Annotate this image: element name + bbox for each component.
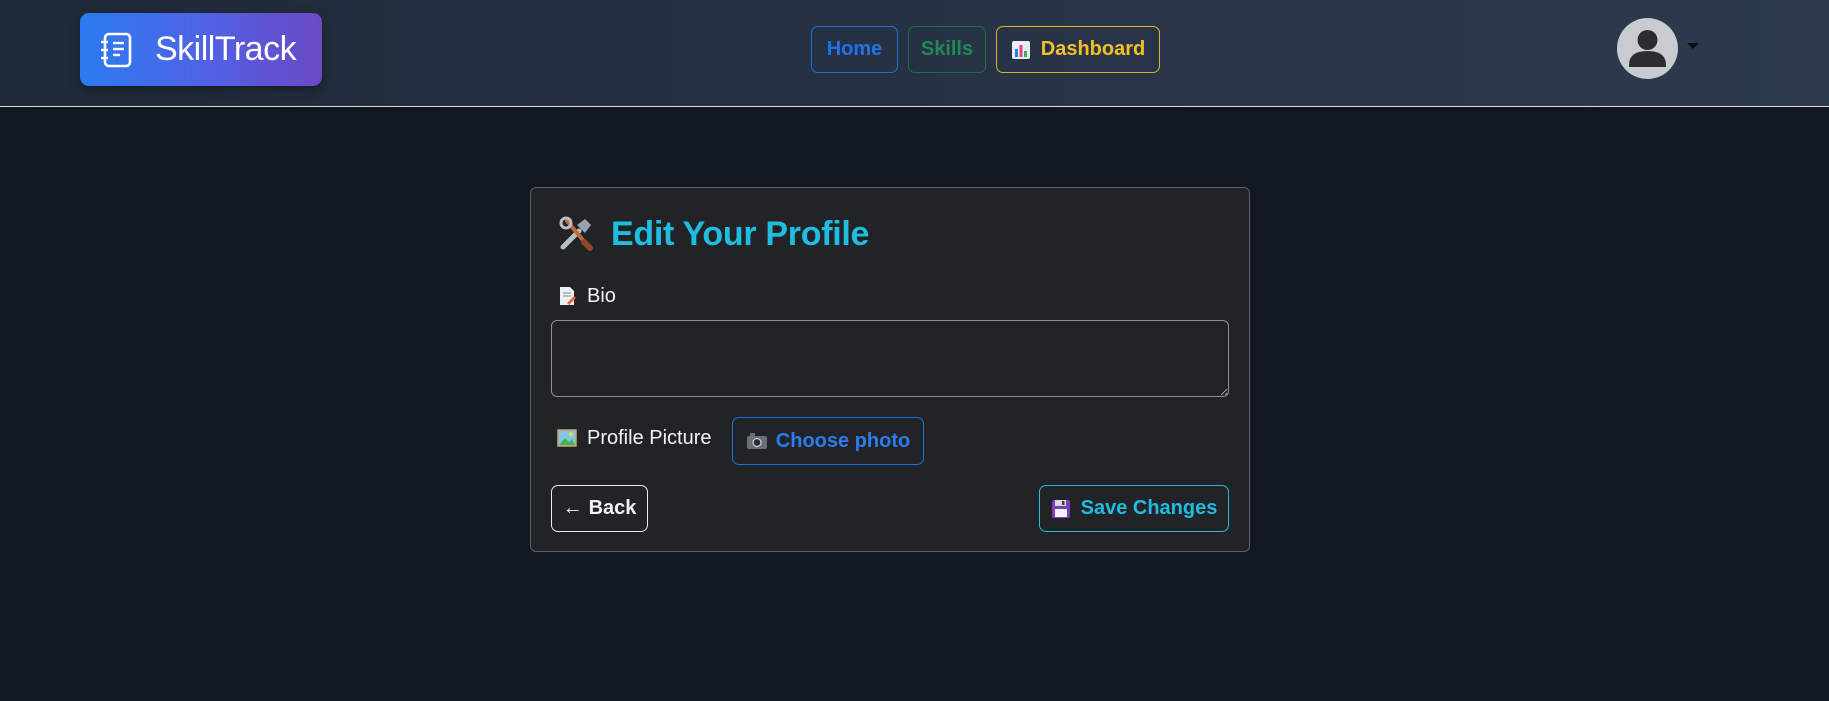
save-changes-label: Save Changes	[1080, 497, 1218, 519]
nav-skills-button[interactable]: Skills	[908, 26, 986, 73]
bio-textarea[interactable]	[551, 320, 1229, 397]
edit-profile-card: Edit Your Profile Bio Profile Picture Ch…	[530, 187, 1250, 552]
tools-icon	[559, 216, 593, 251]
bar-chart-icon	[1011, 40, 1030, 59]
page-title-text: Edit Your Profile	[611, 214, 870, 253]
brand-name: SkillTrack	[155, 30, 297, 68]
brand-logo[interactable]: SkillTrack	[80, 13, 322, 86]
framed-picture-icon	[557, 429, 577, 447]
camera-icon	[746, 433, 767, 449]
navbar: SkillTrack Home Skills Dashboard	[0, 0, 1829, 107]
profile-picture-label-text: Profile Picture	[587, 426, 712, 449]
choose-photo-label: Choose photo	[775, 429, 911, 452]
caret-down-icon[interactable]	[1687, 43, 1699, 49]
save-changes-button[interactable]: Save Changes	[1039, 485, 1229, 532]
nav-home-button[interactable]: Home	[811, 26, 898, 73]
arrow-left-icon: ←	[562, 497, 583, 519]
page-title: Edit Your Profile	[557, 212, 869, 256]
bio-label: Bio	[557, 283, 616, 309]
floppy-disk-icon	[1051, 499, 1070, 518]
user-avatar-icon[interactable]	[1617, 18, 1678, 79]
nav-home-label: Home	[826, 38, 883, 60]
person-icon	[1629, 30, 1666, 67]
back-label: Back	[588, 497, 637, 519]
back-button[interactable]: ← Back	[551, 485, 648, 532]
bio-label-text: Bio	[587, 284, 616, 307]
choose-photo-button[interactable]: Choose photo	[732, 417, 924, 465]
profile-picture-label: Profile Picture	[557, 425, 712, 451]
nav-dashboard-label: Dashboard	[1040, 38, 1146, 60]
notebook-icon	[101, 32, 132, 68]
nav-skills-label: Skills	[920, 38, 974, 60]
nav-dashboard-button[interactable]: Dashboard	[996, 26, 1160, 73]
memo-icon	[560, 287, 576, 305]
